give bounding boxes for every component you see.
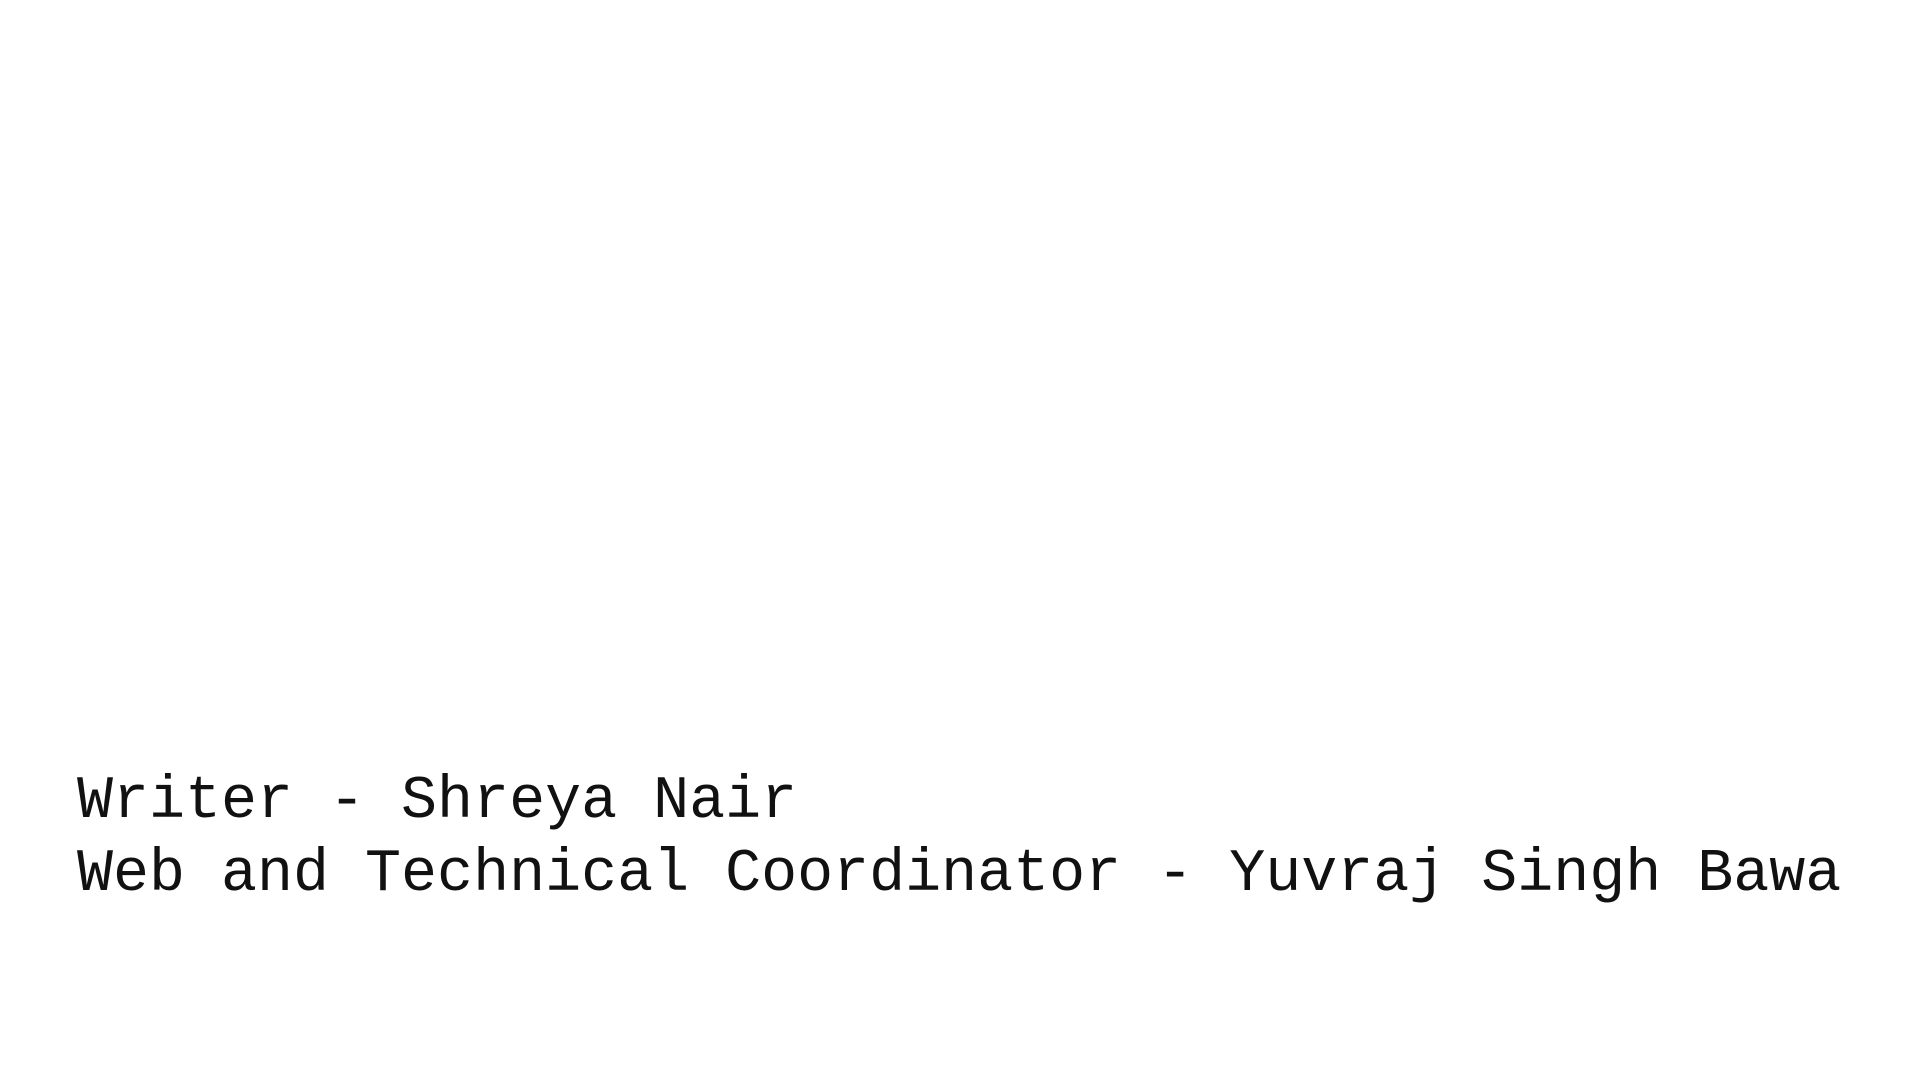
slide: Writer - Shreya Nair Web and Technical C…: [0, 0, 1919, 1083]
credit-web-technical-coordinator: Web and Technical Coordinator - Yuvraj S…: [77, 841, 1842, 909]
credit-writer: Writer - Shreya Nair: [77, 768, 798, 836]
credits-block: Writer - Shreya Nair Web and Technical C…: [77, 766, 1841, 912]
